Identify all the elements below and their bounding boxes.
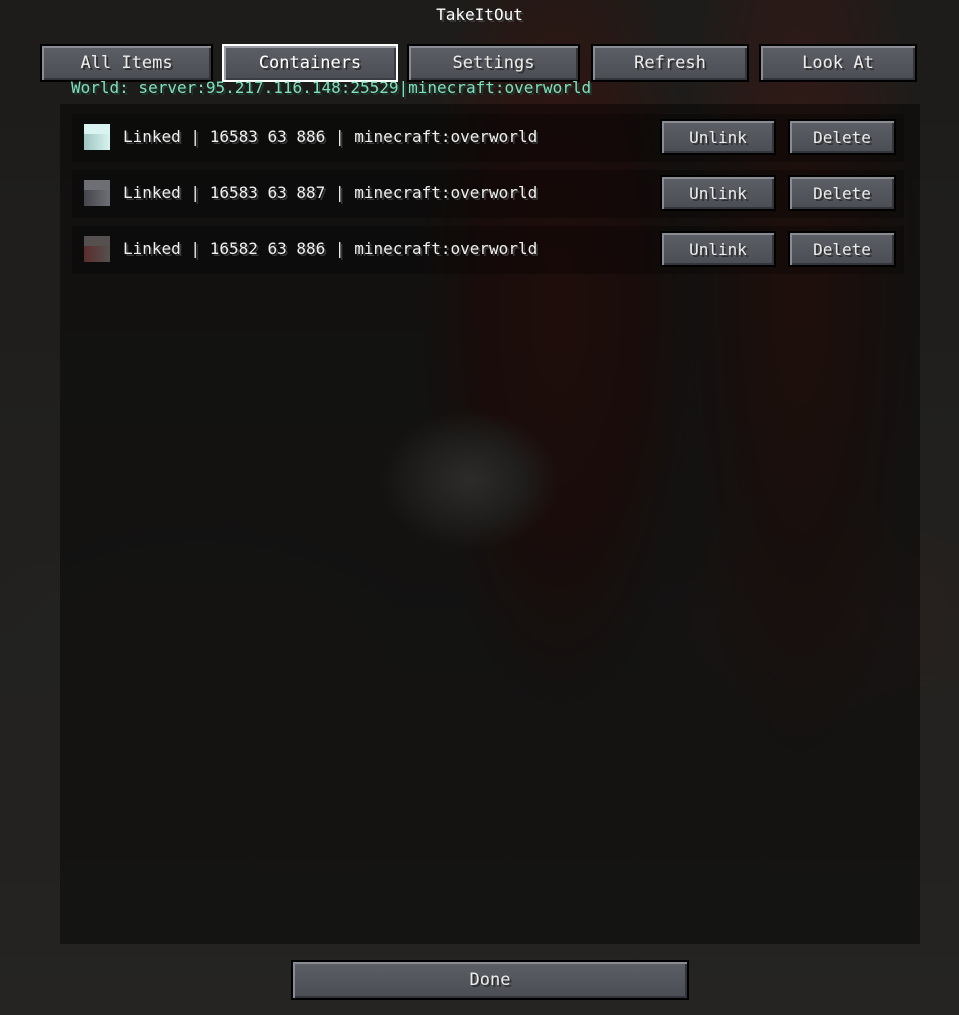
container-label: Linked | 16583 63 886 | minecraft:overwo… bbox=[123, 127, 538, 146]
container-row: Linked | 16583 63 887 | minecraft:overwo… bbox=[72, 170, 904, 218]
block-icon-side-face bbox=[84, 246, 110, 262]
chest-block-icon bbox=[84, 180, 110, 206]
unlink-button[interactable]: Unlink bbox=[660, 119, 776, 155]
block-icon-top-face bbox=[84, 236, 110, 246]
block-icon-side-face bbox=[84, 134, 110, 150]
unlink-button[interactable]: Unlink bbox=[660, 175, 776, 211]
container-row: Linked | 16583 63 886 | minecraft:overwo… bbox=[72, 114, 904, 162]
tab-all-items[interactable]: All Items bbox=[40, 44, 213, 82]
delete-button[interactable]: Delete bbox=[788, 231, 896, 267]
block-icon-top-face bbox=[84, 180, 110, 190]
delete-button[interactable]: Delete bbox=[788, 119, 896, 155]
delete-button[interactable]: Delete bbox=[788, 175, 896, 211]
container-row: Linked | 16582 63 886 | minecraft:overwo… bbox=[72, 226, 904, 274]
container-label: Linked | 16582 63 886 | minecraft:overwo… bbox=[123, 239, 538, 258]
block-icon-side-face bbox=[84, 190, 110, 206]
window-title: TakeItOut bbox=[436, 5, 523, 24]
done-button[interactable]: Done bbox=[291, 960, 689, 1000]
barrel-block-icon bbox=[84, 236, 110, 262]
unlink-button[interactable]: Unlink bbox=[660, 231, 776, 267]
container-label: Linked | 16583 63 887 | minecraft:overwo… bbox=[123, 183, 538, 202]
tab-refresh[interactable]: Refresh bbox=[591, 44, 749, 82]
tab-look-at[interactable]: Look At bbox=[759, 44, 917, 82]
diamond-block-icon bbox=[84, 124, 110, 150]
tab-containers[interactable]: Containers bbox=[222, 44, 398, 82]
block-icon-top-face bbox=[84, 124, 110, 134]
world-info-text: World: server:95.217.116.148:25529|minec… bbox=[71, 78, 592, 97]
tab-settings[interactable]: Settings bbox=[407, 44, 580, 82]
